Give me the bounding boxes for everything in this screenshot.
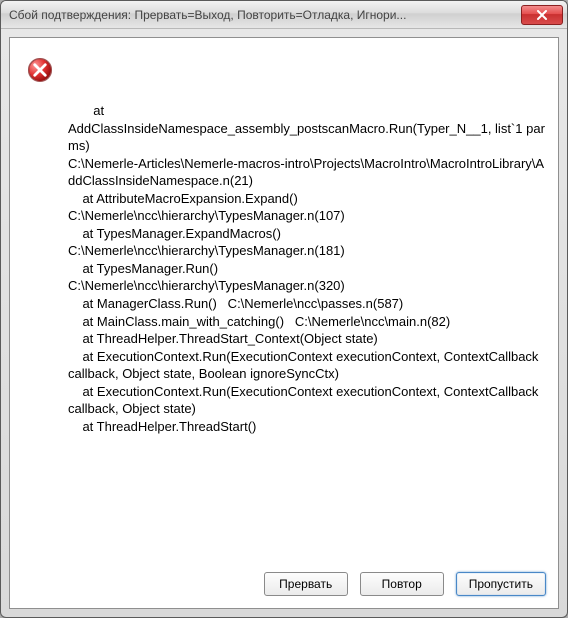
error-icon xyxy=(26,56,54,84)
button-row: Прервать Повтор Пропустить xyxy=(22,554,546,596)
dialog-window: Сбой подтверждения: Прервать=Выход, Повт… xyxy=(0,0,568,618)
close-button[interactable] xyxy=(521,5,563,25)
close-icon xyxy=(537,10,547,20)
abort-button[interactable]: Прервать xyxy=(264,572,348,596)
content-row: at AddClassInsideNamespace_assembly_post… xyxy=(22,52,546,554)
retry-button[interactable]: Повтор xyxy=(360,572,444,596)
titlebar: Сбой подтверждения: Прервать=Выход, Повт… xyxy=(1,1,567,29)
message-text: at AddClassInsideNamespace_assembly_post… xyxy=(62,52,546,554)
window-title: Сбой подтверждения: Прервать=Выход, Повт… xyxy=(9,8,521,22)
ignore-button[interactable]: Пропустить xyxy=(456,572,546,596)
icon-column xyxy=(22,52,62,554)
client-area: at AddClassInsideNamespace_assembly_post… xyxy=(9,37,559,609)
